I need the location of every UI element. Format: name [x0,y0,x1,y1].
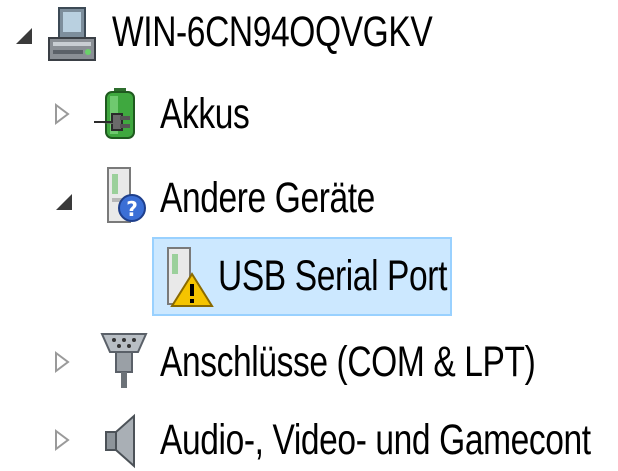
expanded-arrow-icon[interactable] [12,24,36,48]
unknown-device-icon: ? [107,167,146,223]
tree-node-audio-video[interactable]: Audio-, Video- und Gamecont [0,406,618,469]
device-manager-tree: WIN-6CN94OQVGKV Akkus ? Andere Geräte US… [0,0,618,471]
collapsed-arrow-icon[interactable] [50,102,74,126]
tree-node-akkus[interactable]: Akkus [0,84,618,146]
port-icon [100,333,148,388]
tree-node-andere-geraete[interactable]: ? Andere Geräte [0,164,618,226]
computer-icon [48,7,96,61]
tree-node-anschluesse[interactable]: Anschlüsse (COM & LPT) [0,330,618,392]
tree-node-computer[interactable]: WIN-6CN94OQVGKV [0,4,618,66]
tree-node-label: Audio-, Video- und Gamecont [160,416,591,464]
tree-node-usb-serial-port[interactable]: USB Serial Port [0,244,618,307]
tree-node-label: Anschlüsse (COM & LPT) [160,338,536,386]
tree-node-label: WIN-6CN94OQVGKV [112,8,433,56]
tree-node-label: Andere Geräte [160,174,375,222]
tree-node-label: USB Serial Port [218,252,448,300]
tree-node-label: Akkus [160,90,250,138]
speaker-icon [105,413,135,469]
collapsed-arrow-icon[interactable] [50,350,74,374]
svg-text:?: ? [126,197,138,221]
collapsed-arrow-icon[interactable] [50,428,74,452]
warning-device-icon [167,247,214,307]
expanded-arrow-icon[interactable] [52,190,76,214]
battery-icon [94,88,135,139]
